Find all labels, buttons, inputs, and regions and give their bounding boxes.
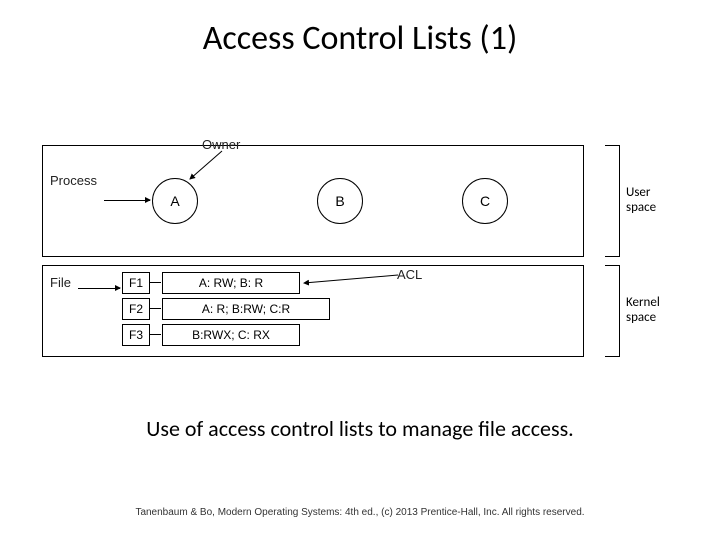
arrow-process — [104, 200, 150, 201]
slide-footer: Tanenbaum & Bo, Modern Operating Systems… — [0, 507, 720, 518]
file-box-f2: F2 — [122, 298, 150, 320]
owner-label: Owner — [202, 137, 240, 152]
brace-user — [605, 145, 620, 257]
link-f1 — [149, 282, 161, 283]
acl-box-f1: A: RW; B: R — [162, 272, 300, 294]
file-label: File — [50, 275, 71, 290]
process-circle-b: B — [317, 178, 363, 224]
link-f3 — [149, 334, 161, 335]
process-label: Process — [50, 173, 97, 188]
slide-caption: Use of access control lists to manage fi… — [0, 415, 720, 442]
process-circle-c: C — [462, 178, 508, 224]
arrow-file — [78, 288, 120, 289]
kernel-space-label: Kernel space — [626, 295, 678, 325]
user-space-label: User space — [626, 185, 678, 215]
acl-label: ACL — [397, 267, 422, 282]
acl-box-f2: A: R; B:RW; C:R — [162, 298, 330, 320]
file-box-f1: F1 — [122, 272, 150, 294]
brace-kernel — [605, 265, 620, 357]
acl-box-f3: B:RWX; C: RX — [162, 324, 300, 346]
slide-title: Access Control Lists (1) — [0, 18, 720, 59]
process-circle-a: A — [152, 178, 198, 224]
acl-diagram: User space Kernel space Process Owner A … — [42, 145, 678, 365]
file-box-f3: F3 — [122, 324, 150, 346]
link-f2 — [149, 308, 161, 309]
